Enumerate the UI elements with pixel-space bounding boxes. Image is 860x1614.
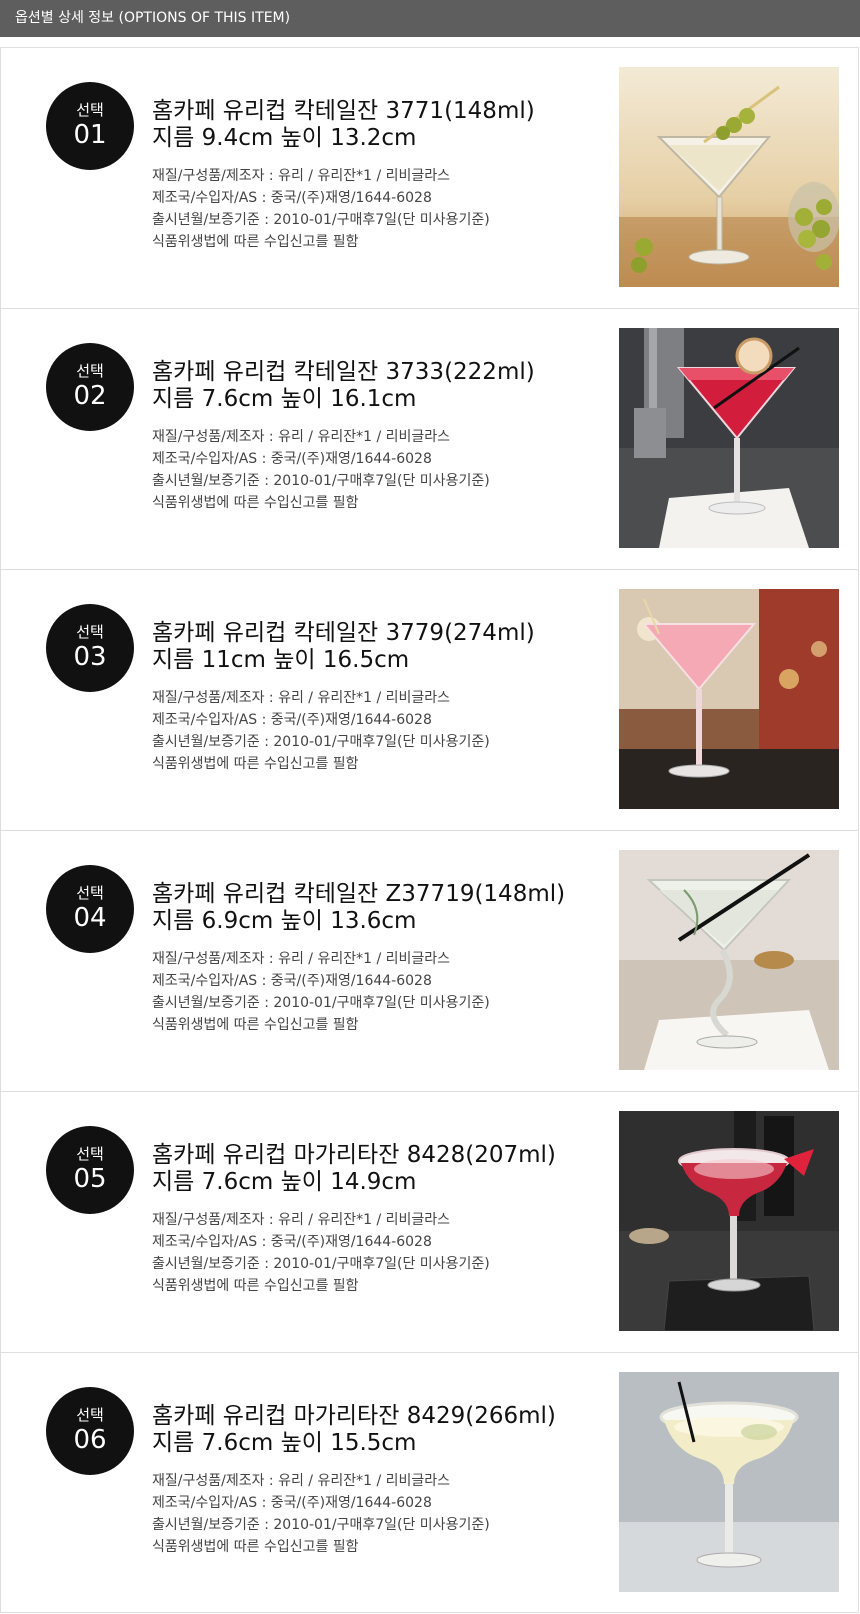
option-item-01[interactable]: 선택 01 홈카페 유리컵 칵테일잔 3771(148ml) 지름 9.4cm … [0, 47, 859, 308]
badge-label: 선택 [76, 101, 104, 119]
product-name: 홈카페 유리컵 마가리타잔 8429(266ml) [152, 1403, 556, 1429]
badge-label: 선택 [76, 1145, 104, 1163]
option-item-03[interactable]: 선택 03 홈카페 유리컵 칵테일잔 3779(274ml) 지름 11cm 높… [0, 569, 859, 830]
spec-release: 출시년월/보증기준 : 2010-01/구매후7일(단 미사용기준) [152, 1517, 490, 1533]
badge-number: 04 [73, 903, 107, 933]
option-item-04[interactable]: 선택 04 홈카페 유리컵 칵테일잔 Z37719(148ml) 지름 6.9c… [0, 830, 859, 1091]
spec-certification: 식품위생법에 따른 수입신고를 필함 [152, 234, 359, 250]
option-badge: 선택 05 [46, 1126, 134, 1214]
spec-release: 출시년월/보증기준 : 2010-01/구매후7일(단 미사용기준) [152, 1256, 490, 1272]
spec-material: 재질/구성품/제조자 : 유리 / 유리잔*1 / 리비글라스 [152, 1212, 451, 1228]
option-specs: 재질/구성품/제조자 : 유리 / 유리잔*1 / 리비글라스 제조국/수입자/… [152, 1209, 490, 1297]
option-specs: 재질/구성품/제조자 : 유리 / 유리잔*1 / 리비글라스 제조국/수입자/… [152, 687, 490, 775]
spec-release: 출시년월/보증기준 : 2010-01/구매후7일(단 미사용기준) [152, 473, 490, 489]
option-title: 홈카페 유리컵 칵테일잔 3733(222ml) 지름 7.6cm 높이 16.… [152, 359, 535, 413]
option-specs: 재질/구성품/제조자 : 유리 / 유리잔*1 / 리비글라스 제조국/수입자/… [152, 165, 490, 253]
spec-origin: 제조국/수입자/AS : 중국/(주)재영/1644-6028 [152, 1495, 432, 1511]
option-specs: 재질/구성품/제조자 : 유리 / 유리잔*1 / 리비글라스 제조국/수입자/… [152, 1470, 490, 1558]
product-photo-z-stem-martini [619, 850, 839, 1070]
option-specs: 재질/구성품/제조자 : 유리 / 유리잔*1 / 리비글라스 제조국/수입자/… [152, 426, 490, 514]
option-badge: 선택 03 [46, 604, 134, 692]
spec-certification: 식품위생법에 따른 수입신고를 필함 [152, 1278, 359, 1294]
product-dimensions: 지름 9.4cm 높이 13.2cm [152, 125, 417, 151]
product-name: 홈카페 유리컵 칵테일잔 3779(274ml) [152, 620, 535, 646]
option-title: 홈카페 유리컵 칵테일잔 3771(148ml) 지름 9.4cm 높이 13.… [152, 98, 535, 152]
product-dimensions: 지름 7.6cm 높이 14.9cm [152, 1169, 417, 1195]
option-specs: 재질/구성품/제조자 : 유리 / 유리잔*1 / 리비글라스 제조국/수입자/… [152, 948, 490, 1036]
product-photo-martini-olives [619, 67, 839, 287]
product-photo-red-cocktail [619, 328, 839, 548]
option-item-05[interactable]: 선택 05 홈카페 유리컵 마가리타잔 8428(207ml) 지름 7.6cm… [0, 1091, 859, 1352]
badge-label: 선택 [76, 362, 104, 380]
product-photo-lime-margarita [619, 1372, 839, 1592]
product-dimensions: 지름 6.9cm 높이 13.6cm [152, 908, 417, 934]
product-name: 홈카페 유리컵 칵테일잔 3733(222ml) [152, 359, 535, 385]
option-title: 홈카페 유리컵 칵테일잔 3779(274ml) 지름 11cm 높이 16.5… [152, 620, 535, 674]
options-list: 선택 01 홈카페 유리컵 칵테일잔 3771(148ml) 지름 9.4cm … [0, 47, 860, 1613]
spec-origin: 제조국/수입자/AS : 중국/(주)재영/1644-6028 [152, 190, 432, 206]
spec-origin: 제조국/수입자/AS : 중국/(주)재영/1644-6028 [152, 712, 432, 728]
spec-release: 출시년월/보증기준 : 2010-01/구매후7일(단 미사용기준) [152, 212, 490, 228]
option-title: 홈카페 유리컵 칵테일잔 Z37719(148ml) 지름 6.9cm 높이 1… [152, 881, 565, 935]
option-badge: 선택 04 [46, 865, 134, 953]
spec-certification: 식품위생법에 따른 수입신고를 필함 [152, 495, 359, 511]
option-item-02[interactable]: 선택 02 홈카페 유리컵 칵테일잔 3733(222ml) 지름 7.6cm … [0, 308, 859, 569]
option-item-06[interactable]: 선택 06 홈카페 유리컵 마가리타잔 8429(266ml) 지름 7.6cm… [0, 1352, 859, 1613]
product-name: 홈카페 유리컵 마가리타잔 8428(207ml) [152, 1142, 556, 1168]
badge-number: 05 [73, 1164, 107, 1194]
option-badge: 선택 06 [46, 1387, 134, 1475]
option-badge: 선택 02 [46, 343, 134, 431]
badge-label: 선택 [76, 1406, 104, 1424]
product-photo-pink-cocktail [619, 589, 839, 809]
spec-certification: 식품위생법에 따른 수입신고를 필함 [152, 1017, 359, 1033]
badge-number: 01 [73, 120, 107, 150]
spec-release: 출시년월/보증기준 : 2010-01/구매후7일(단 미사용기준) [152, 995, 490, 1011]
badge-number: 06 [73, 1425, 107, 1455]
badge-label: 선택 [76, 623, 104, 641]
option-title: 홈카페 유리컵 마가리타잔 8429(266ml) 지름 7.6cm 높이 15… [152, 1403, 556, 1457]
spec-certification: 식품위생법에 따른 수입신고를 필함 [152, 1539, 359, 1555]
badge-number: 02 [73, 381, 107, 411]
spec-material: 재질/구성품/제조자 : 유리 / 유리잔*1 / 리비글라스 [152, 429, 451, 445]
product-name: 홈카페 유리컵 칵테일잔 Z37719(148ml) [152, 881, 566, 907]
spec-certification: 식품위생법에 따른 수입신고를 필함 [152, 756, 359, 772]
spec-material: 재질/구성품/제조자 : 유리 / 유리잔*1 / 리비글라스 [152, 951, 451, 967]
option-badge: 선택 01 [46, 82, 134, 170]
product-dimensions: 지름 7.6cm 높이 16.1cm [152, 386, 417, 412]
product-dimensions: 지름 11cm 높이 16.5cm [152, 647, 410, 673]
spec-material: 재질/구성품/제조자 : 유리 / 유리잔*1 / 리비글라스 [152, 1473, 451, 1489]
badge-label: 선택 [76, 884, 104, 902]
option-title: 홈카페 유리컵 마가리타잔 8428(207ml) 지름 7.6cm 높이 14… [152, 1142, 556, 1196]
spec-material: 재질/구성품/제조자 : 유리 / 유리잔*1 / 리비글라스 [152, 168, 451, 184]
spec-origin: 제조국/수입자/AS : 중국/(주)재영/1644-6028 [152, 973, 432, 989]
spec-origin: 제조국/수입자/AS : 중국/(주)재영/1644-6028 [152, 451, 432, 467]
badge-number: 03 [73, 642, 107, 672]
spec-release: 출시년월/보증기준 : 2010-01/구매후7일(단 미사용기준) [152, 734, 490, 750]
spec-material: 재질/구성품/제조자 : 유리 / 유리잔*1 / 리비글라스 [152, 690, 451, 706]
product-dimensions: 지름 7.6cm 높이 15.5cm [152, 1430, 417, 1456]
product-photo-strawberry-margarita [619, 1111, 839, 1331]
product-name: 홈카페 유리컵 칵테일잔 3771(148ml) [152, 98, 535, 124]
spec-origin: 제조국/수입자/AS : 중국/(주)재영/1644-6028 [152, 1234, 432, 1250]
options-header: 옵션별 상세 정보 (OPTIONS OF THIS ITEM) [0, 0, 860, 37]
options-header-title: 옵션별 상세 정보 (OPTIONS OF THIS ITEM) [15, 10, 291, 26]
